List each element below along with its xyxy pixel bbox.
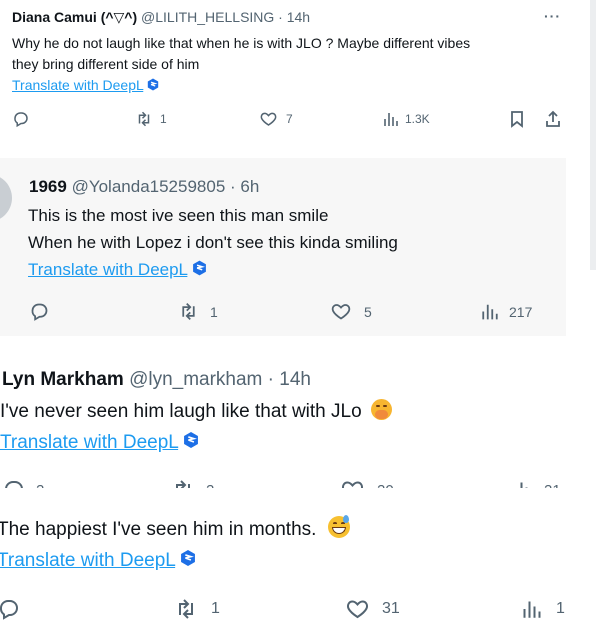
reply-button[interactable]: [0, 597, 21, 621]
avatar[interactable]: [0, 174, 12, 222]
reply-count: 2: [36, 482, 44, 489]
author-handle[interactable]: @Yolanda15259805 · 6h: [72, 177, 260, 196]
deepl-icon: [147, 78, 159, 94]
like-count: 5: [364, 303, 372, 320]
tweet-3[interactable]: Lyn Markham @lyn_markham · 14h I've neve…: [0, 358, 590, 488]
reply-button[interactable]: [29, 301, 50, 322]
author-name[interactable]: Lyn Markham: [2, 369, 124, 390]
scrollbar[interactable]: [590, 0, 596, 270]
grinning-face-with-sweat-emoji-icon: [327, 515, 350, 538]
views-count: 217: [509, 303, 533, 320]
like-count: 31: [382, 600, 400, 617]
share-button[interactable]: [544, 110, 562, 128]
retweet-count: 2: [206, 482, 214, 489]
tweet-text-line-2: When he with Lopez i don't see this kind…: [28, 233, 398, 252]
retweet-count: 1: [210, 303, 218, 320]
views-icon: [523, 601, 541, 618]
deepl-icon: [183, 431, 199, 455]
like-count: 7: [286, 112, 293, 126]
reply-icon: [5, 481, 23, 488]
retweet-button[interactable]: 1: [173, 597, 220, 621]
tweet-text: The happiest I've seen him in months.: [0, 519, 317, 540]
views-count: 21: [544, 482, 561, 489]
views-button[interactable]: 1.3K: [383, 110, 430, 128]
reply-button[interactable]: [12, 110, 30, 128]
tweet-text-line-1: This is the most ive seen this man smile: [28, 206, 329, 225]
retweet-icon: [182, 303, 195, 320]
like-button[interactable]: 5: [330, 301, 372, 322]
author-handle[interactable]: @lyn_markham · 14h: [129, 369, 311, 390]
views-count: 1.3K: [405, 112, 430, 126]
author-name[interactable]: Diana Camui (^▽^): [12, 9, 137, 25]
retweet-icon: [176, 480, 190, 488]
views-icon: [482, 304, 498, 320]
face-hand-over-mouth-emoji-icon: [370, 399, 392, 420]
retweet-button[interactable]: 1: [177, 301, 218, 322]
bookmark-icon: [511, 111, 523, 128]
reply-icon: [0, 600, 18, 620]
views-button[interactable]: 217: [481, 301, 532, 322]
deepl-icon: [180, 549, 196, 573]
bookmark-button[interactable]: [509, 110, 525, 128]
like-button[interactable]: 31: [345, 597, 400, 621]
more-icon[interactable]: ···: [544, 8, 561, 24]
author-handle[interactable]: @LILITH_HELLSING · 14h: [141, 9, 310, 25]
retweet-button[interactable]: 2: [170, 478, 214, 488]
translate-link[interactable]: Translate with DeepL: [12, 77, 143, 93]
tweet-text: I've never seen him laugh like that with…: [0, 401, 362, 422]
tweet-1[interactable]: Diana Camui (^▽^) @LILITH_HELLSING · 14h…: [0, 0, 590, 150]
share-icon: [546, 110, 560, 127]
translate-link[interactable]: Translate with DeepL: [28, 260, 187, 279]
reply-icon: [31, 303, 48, 321]
retweet-count: 1: [160, 112, 167, 126]
retweet-icon: [138, 111, 150, 127]
like-icon: [342, 481, 363, 488]
views-count: 1: [556, 600, 565, 617]
translate-link[interactable]: Translate with DeepL: [0, 550, 175, 571]
like-icon: [260, 112, 277, 126]
views-button[interactable]: 1: [522, 597, 565, 621]
like-count: 20: [377, 482, 394, 489]
retweet-button[interactable]: 1: [134, 110, 167, 128]
views-icon: [520, 482, 528, 488]
author-name[interactable]: 1969: [29, 177, 67, 196]
retweet-count: 1: [211, 600, 220, 617]
views-button[interactable]: 21: [514, 478, 561, 488]
translate-link[interactable]: Translate with DeepL: [0, 432, 178, 453]
like-icon: [347, 600, 368, 619]
retweet-icon: [179, 599, 193, 619]
like-button[interactable]: 7: [259, 110, 293, 128]
tweet-text-line-2: they bring different side of him: [12, 56, 200, 72]
deepl-icon: [192, 260, 207, 281]
views-icon: [384, 113, 398, 126]
like-button[interactable]: 20: [340, 478, 394, 488]
reply-button[interactable]: 2: [2, 478, 44, 488]
reply-icon: [14, 112, 28, 128]
tweet-2[interactable]: 1969 @Yolanda15259805 · 6h This is the m…: [0, 158, 566, 336]
tweet-text-line-1: Why he do not laugh like that when he is…: [12, 35, 471, 51]
like-icon: [331, 304, 351, 320]
tweet-4[interactable]: The happiest I've seen him in months. Tr…: [0, 505, 590, 624]
